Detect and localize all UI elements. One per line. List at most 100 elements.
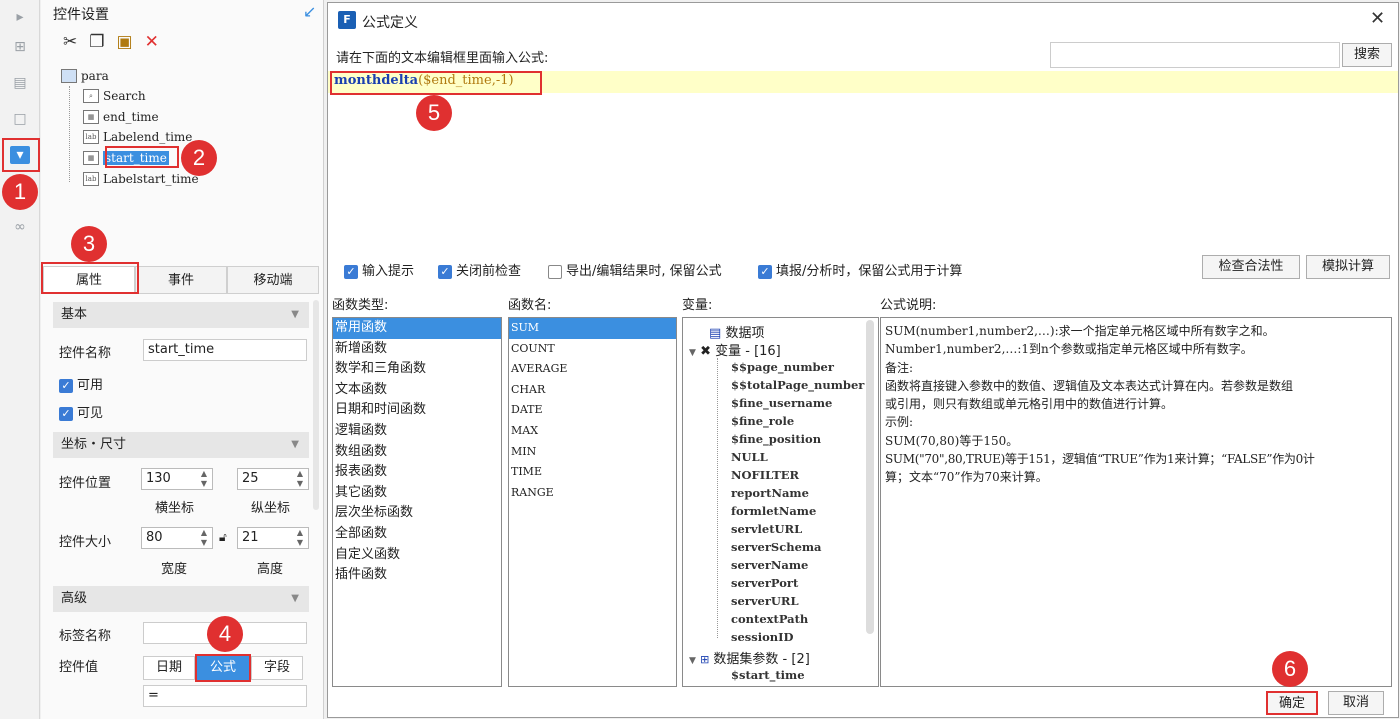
- formula-editor[interactable]: monthdelta($end_time,-1): [328, 71, 1398, 251]
- list-item[interactable]: DATE: [509, 400, 676, 421]
- variable-item[interactable]: $fine_position: [731, 432, 821, 446]
- function-names-list[interactable]: SUM COUNT AVERAGE CHAR DATE MAX MIN TIME…: [508, 317, 677, 687]
- list-item[interactable]: SUM: [509, 318, 676, 339]
- lock-icon[interactable]: 🔓︎: [219, 530, 227, 545]
- spinner-icon[interactable]: ▲ ▼: [198, 469, 210, 489]
- report-icon[interactable]: ▤: [10, 74, 30, 92]
- collapse-arrow-icon[interactable]: ↙: [303, 2, 316, 21]
- list-item[interactable]: 数学和三角函数: [333, 359, 501, 380]
- description-line: SUM("70",80,TRUE)等于151，逻辑值“TRUE”作为1来计算；“…: [885, 452, 1315, 467]
- tree-root[interactable]: para: [61, 66, 109, 86]
- variable-item[interactable]: NULL: [731, 450, 768, 464]
- copy-icon[interactable]: ❐: [89, 32, 104, 52]
- variables-tree[interactable]: ▤ 数据项 ▼ ✖ 变量 - [16] $$page_number $$tota…: [682, 317, 879, 687]
- width-stepper[interactable]: 80 ▲ ▼: [141, 527, 213, 549]
- annotation-badge-5: 5: [416, 95, 452, 131]
- list-item[interactable]: 自定义函数: [333, 545, 501, 566]
- spinner-icon[interactable]: ▲ ▼: [294, 469, 306, 489]
- check-validity-button[interactable]: 检查合法性: [1202, 255, 1300, 279]
- panel-scrollbar[interactable]: [313, 300, 319, 510]
- ok-button[interactable]: 确定: [1266, 691, 1318, 715]
- cancel-button[interactable]: 取消: [1328, 691, 1384, 715]
- list-item[interactable]: 全部函数: [333, 524, 501, 545]
- frame-icon[interactable]: □: [10, 110, 30, 128]
- variable-item[interactable]: serverName: [731, 558, 808, 572]
- function-types-list[interactable]: 常用函数 新增函数 数学和三角函数 文本函数 日期和时间函数 逻辑函数 数组函数…: [332, 317, 502, 687]
- spinner-icon[interactable]: ▲ ▼: [294, 528, 306, 548]
- y-stepper[interactable]: 25 ▲ ▼: [237, 468, 309, 490]
- variable-item[interactable]: serverURL: [731, 594, 799, 608]
- variable-item[interactable]: formletName: [731, 504, 816, 518]
- x-stepper[interactable]: 130 ▲ ▼: [141, 468, 213, 490]
- variables-scrollbar[interactable]: [866, 320, 874, 634]
- tab-events[interactable]: 事件: [135, 266, 227, 294]
- variable-item[interactable]: reportName: [731, 486, 809, 500]
- close-icon[interactable]: ✕: [1370, 8, 1385, 29]
- search-input[interactable]: [1050, 42, 1340, 68]
- visible-checkbox[interactable]: ✓ 可见: [59, 402, 103, 421]
- list-item[interactable]: COUNT: [509, 339, 676, 360]
- x-caption: 横坐标: [155, 501, 195, 516]
- layout-icon[interactable]: ⊞: [10, 38, 30, 56]
- mode-date-button[interactable]: 日期: [143, 656, 195, 680]
- tree-node-dataset-params[interactable]: ▼ ⊞ 数据集参数 - [2]: [689, 648, 810, 667]
- description-line: 或引用，则只有数组或单元格引用中的数值进行计算。: [885, 397, 1174, 412]
- tree-item[interactable]: lab Labelend_time: [83, 127, 192, 147]
- option-check-before-close[interactable]: ✓ 关闭前检查: [438, 260, 521, 279]
- list-item[interactable]: MAX: [509, 421, 676, 442]
- search-button[interactable]: 搜索: [1342, 43, 1392, 67]
- variable-item[interactable]: NOFILTER: [731, 468, 799, 482]
- checkbox-icon: ✓: [59, 406, 73, 421]
- widget-name-label: 控件名称: [59, 346, 112, 361]
- variable-item[interactable]: serverSchema: [731, 540, 822, 554]
- list-item[interactable]: 数组函数: [333, 442, 501, 463]
- mode-field-button[interactable]: 字段: [251, 656, 303, 680]
- tab-mobile[interactable]: 移动端: [227, 266, 319, 294]
- option-input-hint[interactable]: ✓ 输入提示: [344, 260, 414, 279]
- list-item[interactable]: TIME: [509, 462, 676, 483]
- list-item[interactable]: MIN: [509, 442, 676, 463]
- list-item[interactable]: AVERAGE: [509, 359, 676, 380]
- variable-item[interactable]: contextPath: [731, 612, 808, 626]
- tree-item[interactable]: lab Labelstart_time: [83, 169, 199, 189]
- list-item[interactable]: CHAR: [509, 380, 676, 401]
- enabled-checkbox[interactable]: ✓ 可用: [59, 374, 103, 393]
- tree-item[interactable]: ⌕ Search: [83, 86, 146, 106]
- list-item[interactable]: 层次坐标函数: [333, 503, 501, 524]
- variable-item[interactable]: serverPort: [731, 576, 798, 590]
- spinner-icon[interactable]: ▲ ▼: [198, 528, 210, 548]
- section-coords[interactable]: 坐标・尺寸 ▼: [53, 432, 309, 458]
- height-stepper[interactable]: 21 ▲ ▼: [237, 527, 309, 549]
- variable-item[interactable]: sessionID: [731, 630, 794, 644]
- list-item[interactable]: RANGE: [509, 483, 676, 504]
- variable-item[interactable]: $$totalPage_number: [731, 378, 864, 392]
- variable-item[interactable]: $fine_role: [731, 414, 794, 428]
- list-item[interactable]: 报表函数: [333, 462, 501, 483]
- delete-icon[interactable]: ✕: [145, 32, 159, 52]
- link-icon[interactable]: ∞: [10, 218, 30, 236]
- tree-node-variables[interactable]: ▼ ✖ 变量 - [16]: [689, 340, 781, 359]
- formula-value-field[interactable]: =: [143, 685, 307, 707]
- variable-item[interactable]: $$page_number: [731, 360, 834, 374]
- expand-arrow-icon[interactable]: ▸: [10, 8, 30, 26]
- list-item[interactable]: 其它函数: [333, 483, 501, 504]
- list-item[interactable]: 文本函数: [333, 380, 501, 401]
- variable-item[interactable]: $start_time: [731, 668, 805, 682]
- option-keep-formula-calc[interactable]: ✓ 填报/分析时，保留公式用于计算: [758, 260, 962, 279]
- tree-item[interactable]: ▦ end_time: [83, 107, 159, 127]
- simulate-button[interactable]: 模拟计算: [1306, 255, 1390, 279]
- paste-icon[interactable]: ▣: [117, 32, 133, 52]
- variable-item[interactable]: $fine_username: [731, 396, 832, 410]
- tree-node-data-items[interactable]: ▤ 数据项: [709, 322, 764, 341]
- variable-item[interactable]: servletURL: [731, 522, 802, 536]
- list-item[interactable]: 新增函数: [333, 339, 501, 360]
- option-keep-formula-export[interactable]: ✓导出/编辑结果时, 保留公式: [548, 260, 722, 279]
- list-item[interactable]: 常用函数: [333, 318, 501, 339]
- section-basic[interactable]: 基本 ▼: [53, 302, 309, 328]
- cut-icon[interactable]: ✂: [63, 32, 77, 52]
- list-item[interactable]: 插件函数: [333, 565, 501, 586]
- list-item[interactable]: 日期和时间函数: [333, 400, 501, 421]
- list-item[interactable]: 逻辑函数: [333, 421, 501, 442]
- widget-name-input[interactable]: start_time: [143, 339, 307, 361]
- section-advanced[interactable]: 高级 ▼: [53, 586, 309, 612]
